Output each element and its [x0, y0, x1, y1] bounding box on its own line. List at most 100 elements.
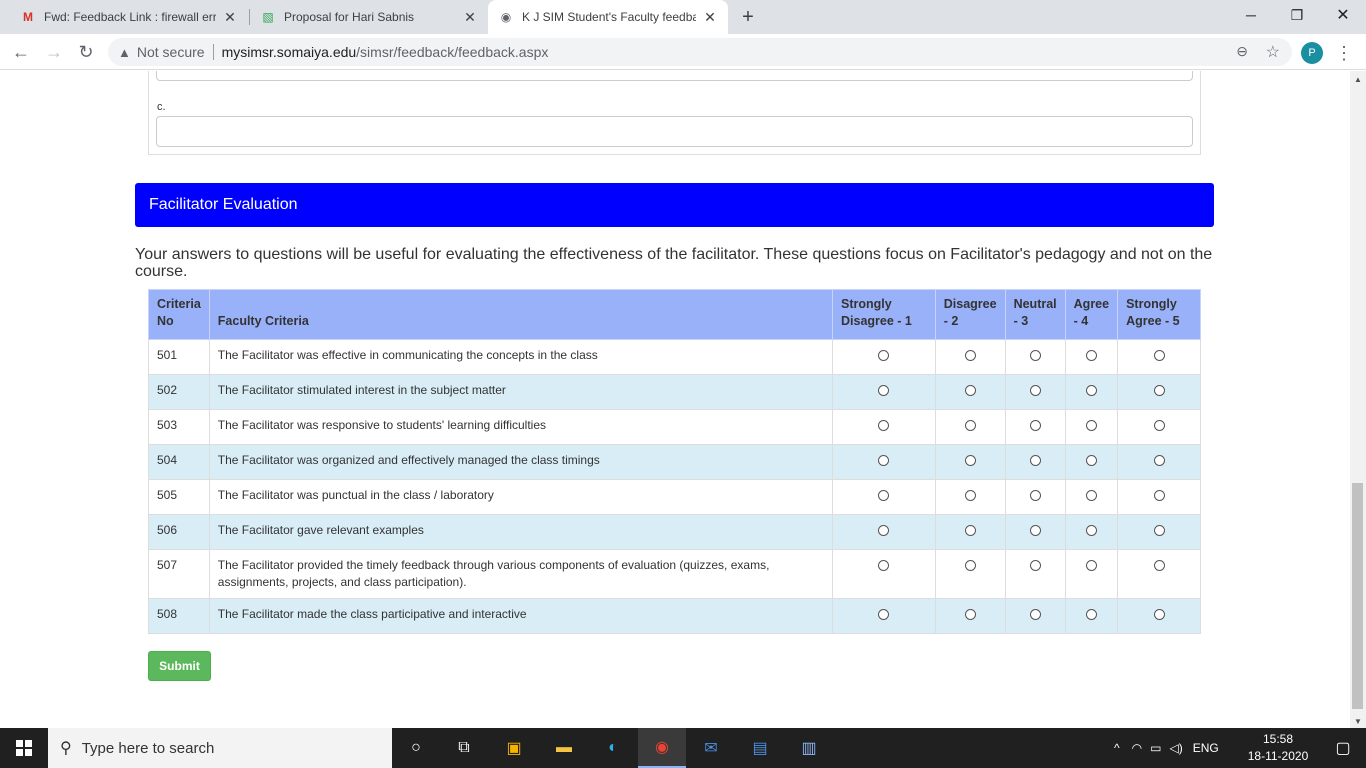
table-header-row: Criteria No Faculty Criteria Strongly Di…: [148, 289, 1201, 340]
scroll-up-arrow-icon[interactable]: ▲: [1354, 75, 1362, 84]
radio-strongly-agree[interactable]: [1153, 525, 1165, 536]
minimize-button[interactable]: ─: [1228, 0, 1274, 30]
radio-neutral[interactable]: [1029, 420, 1041, 431]
submit-button[interactable]: Submit: [148, 651, 211, 681]
wifi-icon[interactable]: ◠: [1132, 741, 1142, 755]
radio-neutral[interactable]: [1029, 490, 1041, 501]
intro-text: Your answers to questions will be useful…: [135, 246, 1213, 280]
text-field-c[interactable]: [156, 116, 1193, 147]
security-label[interactable]: Not secure: [137, 44, 205, 60]
chrome-icon[interactable]: ◉: [638, 728, 686, 768]
gmail-icon: M: [23, 10, 33, 24]
cortana-icon[interactable]: ○: [392, 728, 440, 768]
forward-arrow-icon[interactable]: →: [40, 38, 68, 66]
system-tray: ^ ◠ ▭ ◁) ENG: [1114, 728, 1219, 768]
criteria-text: The Facilitator provided the timely feed…: [208, 549, 834, 599]
notification-center-icon[interactable]: ▢: [1320, 728, 1366, 768]
bookmark-star-icon[interactable]: ☆: [1266, 42, 1280, 62]
radio-agree[interactable]: [1085, 385, 1097, 396]
table-row: 507 The Facilitator provided the timely …: [148, 549, 1201, 599]
url-path: /simsr/feedback/feedback.aspx: [356, 44, 549, 60]
radio-agree[interactable]: [1085, 609, 1097, 620]
radio-strongly-disagree[interactable]: [878, 609, 890, 620]
radio-strongly-disagree[interactable]: [878, 455, 890, 466]
radio-neutral[interactable]: [1029, 525, 1041, 536]
radio-neutral[interactable]: [1029, 350, 1041, 361]
tab-proposal[interactable]: ▧ Proposal for Hari Sabnis ✕: [250, 0, 488, 34]
close-icon[interactable]: ✕: [462, 9, 478, 25]
scrollbar-thumb[interactable]: [1352, 483, 1363, 709]
radio-strongly-disagree[interactable]: [878, 490, 890, 501]
warning-icon[interactable]: ▲: [118, 45, 131, 60]
store-icon[interactable]: ▣: [490, 728, 538, 768]
radio-strongly-agree[interactable]: [1153, 420, 1165, 431]
radio-neutral[interactable]: [1029, 385, 1041, 396]
radio-strongly-disagree[interactable]: [878, 420, 890, 431]
radio-strongly-disagree[interactable]: [878, 525, 890, 536]
zoom-icon[interactable]: ⊖: [1236, 43, 1248, 60]
remote-desktop-icon[interactable]: ▥: [785, 728, 833, 768]
tab-strip: M Fwd: Feedback Link : firewall erro ✕ ▧…: [0, 0, 1366, 34]
close-window-button[interactable]: ✕: [1320, 0, 1366, 30]
start-button[interactable]: [0, 728, 48, 768]
radio-disagree[interactable]: [964, 525, 976, 536]
radio-agree[interactable]: [1085, 525, 1097, 536]
browser-toolbar: ← → ↻ ▲ Not secure mysimsr.somaiya.edu/s…: [0, 34, 1366, 70]
radio-strongly-agree[interactable]: [1153, 385, 1165, 396]
close-icon[interactable]: ✕: [222, 9, 238, 25]
radio-neutral[interactable]: [1029, 609, 1041, 620]
radio-disagree[interactable]: [964, 350, 976, 361]
back-arrow-icon[interactable]: ←: [7, 38, 35, 66]
radio-agree[interactable]: [1085, 560, 1097, 571]
page-scrollbar[interactable]: ▲ ▼: [1350, 71, 1366, 728]
address-bar[interactable]: ▲ Not secure mysimsr.somaiya.edu/simsr/f…: [108, 38, 1292, 66]
radio-strongly-disagree[interactable]: [878, 560, 890, 571]
volume-icon[interactable]: ◁): [1169, 741, 1182, 755]
restore-button[interactable]: ❐: [1274, 0, 1320, 30]
taskbar-search[interactable]: ⚲ Type here to search: [48, 728, 392, 768]
radio-disagree[interactable]: [964, 609, 976, 620]
radio-disagree[interactable]: [964, 490, 976, 501]
radio-disagree[interactable]: [964, 455, 976, 466]
task-view-icon[interactable]: ⧉: [440, 728, 488, 768]
tab-gmail[interactable]: M Fwd: Feedback Link : firewall erro ✕: [10, 0, 248, 34]
chevron-up-icon[interactable]: ^: [1114, 741, 1120, 755]
radio-disagree[interactable]: [964, 420, 976, 431]
battery-icon[interactable]: ▭: [1150, 741, 1161, 755]
radio-disagree[interactable]: [964, 560, 976, 571]
file-explorer-icon[interactable]: ▬: [540, 728, 588, 768]
radio-neutral[interactable]: [1029, 455, 1041, 466]
table-row: 504 The Facilitator was organized and ef…: [148, 444, 1201, 480]
language-indicator[interactable]: ENG: [1193, 741, 1219, 755]
radio-neutral[interactable]: [1029, 560, 1041, 571]
radio-strongly-agree[interactable]: [1153, 560, 1165, 571]
radio-strongly-agree[interactable]: [1153, 490, 1165, 501]
calculator-icon[interactable]: ▤: [736, 728, 784, 768]
edge-icon[interactable]: ◐: [589, 728, 637, 768]
clock-time: 15:58: [1262, 732, 1294, 746]
url-text[interactable]: mysimsr.somaiya.edu/simsr/feedback/feedb…: [222, 44, 549, 60]
radio-strongly-disagree[interactable]: [878, 385, 890, 396]
radio-strongly-agree[interactable]: [1153, 455, 1165, 466]
radio-strongly-disagree[interactable]: [878, 350, 890, 361]
radio-agree[interactable]: [1085, 420, 1097, 431]
radio-agree[interactable]: [1085, 350, 1097, 361]
new-tab-button[interactable]: +: [736, 5, 760, 29]
scroll-down-arrow-icon[interactable]: ▼: [1354, 717, 1362, 726]
reload-icon[interactable]: ↻: [72, 38, 100, 66]
radio-strongly-agree[interactable]: [1153, 350, 1165, 361]
radio-strongly-agree[interactable]: [1153, 609, 1165, 620]
radio-agree[interactable]: [1085, 455, 1097, 466]
radio-disagree[interactable]: [964, 385, 976, 396]
text-field-b[interactable]: [156, 71, 1193, 81]
radio-agree[interactable]: [1085, 490, 1097, 501]
close-icon[interactable]: ✕: [702, 9, 718, 25]
mail-icon[interactable]: ✉: [687, 728, 735, 768]
tab-title: Proposal for Hari Sabnis: [284, 10, 415, 24]
profile-avatar[interactable]: P: [1301, 42, 1323, 64]
tab-feedback[interactable]: ◉ K J SIM Student's Faculty feedbac ✕: [488, 0, 728, 34]
kebab-menu-icon[interactable]: ⋮: [1335, 40, 1353, 66]
clock[interactable]: 15:58 18-11-2020: [1240, 731, 1316, 765]
criteria-no: 506: [148, 514, 210, 550]
taskbar: ⚲ Type here to search ○ ⧉ ▣ ▬ ◐ ◉ ✉ ▤ ▥ …: [0, 728, 1366, 768]
